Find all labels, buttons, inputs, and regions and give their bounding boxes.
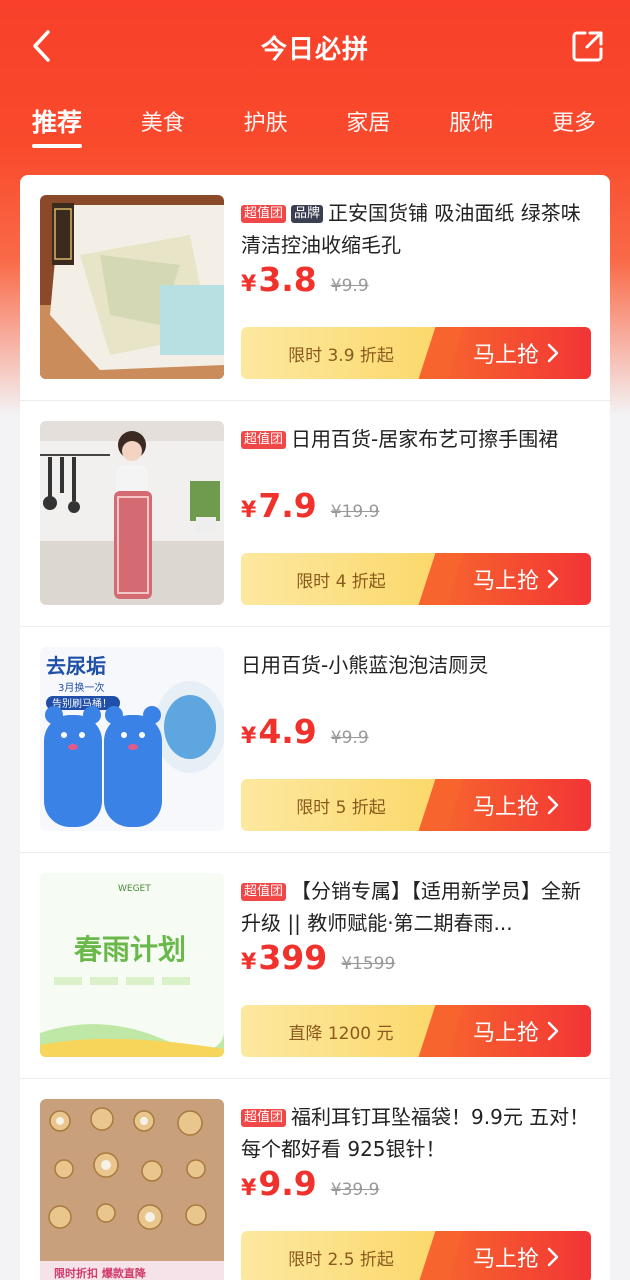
product-image: WEGET 春雨计划 bbox=[40, 873, 224, 1057]
back-button[interactable] bbox=[22, 26, 62, 66]
tag-value-group: 超值团 bbox=[241, 1109, 287, 1127]
buy-now-button[interactable]: 马上抢 bbox=[441, 779, 591, 831]
discount-label: 直降 1200 元 bbox=[241, 1005, 441, 1057]
category-tabs: 推荐 美食 护肤 家居 服饰 更多 bbox=[0, 96, 630, 152]
product-info: 超值团 福利耳钉耳坠福袋！9.9元 五对！ 每个都好看 925银针！ bbox=[241, 1101, 591, 1165]
currency-symbol: ¥ bbox=[241, 724, 257, 749]
price-row: ¥ 9.9 ¥39.9 bbox=[241, 1164, 379, 1214]
tag-value-group: 超值团 bbox=[241, 431, 287, 449]
chevron-right-icon bbox=[547, 795, 559, 815]
chevron-right-icon bbox=[547, 1021, 559, 1041]
product-title: 超值团 品牌 正安国货铺 吸油面纸 绿茶味 清洁控油收缩毛孔 bbox=[241, 197, 591, 261]
product-info: 超值团 【分销专属】【适用新学员】全新升级 || 教师赋能·第二期春雨... bbox=[241, 875, 591, 939]
price: 3.8 bbox=[258, 260, 317, 299]
original-price: ¥9.9 bbox=[330, 728, 369, 748]
original-price: ¥19.9 bbox=[330, 502, 380, 522]
price-row: ¥ 4.9 ¥9.9 bbox=[241, 712, 369, 762]
original-price: ¥9.9 bbox=[330, 276, 369, 296]
price: 399 bbox=[258, 938, 328, 977]
price-row: ¥ 7.9 ¥19.9 bbox=[241, 486, 379, 536]
buy-bar[interactable]: 限时 4 折起 马上抢 bbox=[241, 553, 591, 605]
thumb-banner: 告别刷马桶！ bbox=[52, 697, 112, 710]
price: 7.9 bbox=[258, 486, 317, 525]
product-title: 日用百货-小熊蓝泡泡洁厕灵 bbox=[241, 653, 489, 677]
buy-label: 马上抢 bbox=[472, 343, 539, 368]
product-title: 超值团 日用百货-居家布艺可擦手围裙 bbox=[241, 423, 591, 487]
chevron-right-icon bbox=[547, 569, 559, 589]
chevron-right-icon bbox=[547, 343, 559, 363]
product-image bbox=[40, 421, 224, 605]
tab-apparel[interactable]: 服饰 bbox=[449, 96, 493, 146]
list-item[interactable]: 限时折扣 爆款直降 超值团 福利耳钉耳坠福袋！9.9元 五对！ 每个都好看 925… bbox=[20, 1079, 610, 1280]
list-item[interactable]: 超值团 日用百货-居家布艺可擦手围裙 ¥ 7.9 ¥19.9 限时 4 折起 马上… bbox=[20, 401, 610, 627]
list-item[interactable]: WEGET 春雨计划 超值团 【分销专属】【适用新学员】全新升级 || 教师赋能·… bbox=[20, 853, 610, 1079]
chevron-right-icon bbox=[547, 1247, 559, 1267]
share-button[interactable] bbox=[568, 26, 608, 66]
product-list: 超值团 品牌 正安国货铺 吸油面纸 绿茶味 清洁控油收缩毛孔 ¥ 3.8 ¥9.9 … bbox=[20, 175, 610, 1280]
currency-symbol: ¥ bbox=[241, 272, 257, 297]
buy-now-button[interactable]: 马上抢 bbox=[441, 1005, 591, 1057]
product-title-text: 日用百货-居家布艺可擦手围裙 bbox=[291, 427, 559, 451]
product-info: 超值团 日用百货-居家布艺可擦手围裙 bbox=[241, 423, 591, 487]
tab-recommend[interactable]: 推荐 bbox=[32, 96, 83, 148]
product-title-text: 福利耳钉耳坠福袋！9.9元 五对！ 每个都好看 925银针！ bbox=[241, 1105, 590, 1161]
tag-value-group: 超值团 bbox=[241, 883, 287, 901]
tab-home[interactable]: 家居 bbox=[346, 96, 390, 146]
currency-symbol: ¥ bbox=[241, 498, 257, 523]
thumb-headline: 去尿垢 bbox=[46, 654, 106, 678]
buy-bar[interactable]: 限时 2.5 折起 马上抢 bbox=[241, 1231, 591, 1280]
list-item[interactable]: 超值团 品牌 正安国货铺 吸油面纸 绿茶味 清洁控油收缩毛孔 ¥ 3.8 ¥9.9 … bbox=[20, 175, 610, 401]
thumb-headline: 春雨计划 bbox=[74, 933, 186, 966]
original-price: ¥39.9 bbox=[330, 1180, 380, 1200]
discount-label: 限时 5 折起 bbox=[241, 779, 441, 831]
product-image bbox=[40, 195, 224, 379]
buy-label: 马上抢 bbox=[472, 795, 539, 820]
buy-now-button[interactable]: 马上抢 bbox=[441, 1231, 591, 1280]
chevron-left-icon bbox=[33, 30, 50, 62]
thumb-sub: 3月换一次 bbox=[58, 681, 104, 694]
discount-label: 限时 2.5 折起 bbox=[241, 1231, 441, 1280]
tag-value-group: 超值团 bbox=[241, 205, 287, 223]
thumb-banner: 限时折扣 爆款直降 bbox=[54, 1266, 147, 1280]
buy-now-button[interactable]: 马上抢 bbox=[441, 327, 591, 379]
page-title: 今日必拼 bbox=[260, 34, 369, 65]
top-bar: 今日必拼 bbox=[0, 0, 630, 94]
buy-label: 马上抢 bbox=[472, 569, 539, 594]
product-info: 超值团 品牌 正安国货铺 吸油面纸 绿茶味 清洁控油收缩毛孔 bbox=[241, 197, 591, 261]
tag-brand: 品牌 bbox=[291, 205, 324, 223]
original-price: ¥1599 bbox=[341, 954, 396, 974]
currency-symbol: ¥ bbox=[241, 1176, 257, 1201]
product-info: 日用百货-小熊蓝泡泡洁厕灵 bbox=[241, 649, 591, 713]
discount-label: 限时 3.9 折起 bbox=[241, 327, 441, 379]
buy-label: 马上抢 bbox=[472, 1021, 539, 1046]
product-title: 超值团 福利耳钉耳坠福袋！9.9元 五对！ 每个都好看 925银针！ bbox=[241, 1101, 591, 1165]
discount-label: 限时 4 折起 bbox=[241, 553, 441, 605]
product-image: 限时折扣 爆款直降 bbox=[40, 1099, 224, 1280]
tab-more[interactable]: 更多 bbox=[552, 96, 596, 146]
buy-bar[interactable]: 限时 3.9 折起 马上抢 bbox=[241, 327, 591, 379]
buy-bar[interactable]: 限时 5 折起 马上抢 bbox=[241, 779, 591, 831]
tab-skincare[interactable]: 护肤 bbox=[244, 96, 288, 146]
buy-bar[interactable]: 直降 1200 元 马上抢 bbox=[241, 1005, 591, 1057]
thumb-brand: WEGET bbox=[118, 884, 151, 894]
list-item[interactable]: 去尿垢 3月换一次 告别刷马桶！ 日用百货-小熊蓝泡泡洁厕灵 ¥ 4.9 ¥9.… bbox=[20, 627, 610, 853]
share-out-icon bbox=[572, 31, 603, 62]
tab-food[interactable]: 美食 bbox=[141, 96, 185, 146]
product-title-text: 【分销专属】【适用新学员】全新升级 || 教师赋能·第二期春雨... bbox=[241, 879, 582, 935]
price: 4.9 bbox=[258, 712, 317, 751]
currency-symbol: ¥ bbox=[241, 950, 257, 975]
product-image: 去尿垢 3月换一次 告别刷马桶！ bbox=[40, 647, 224, 831]
buy-now-button[interactable]: 马上抢 bbox=[441, 553, 591, 605]
price: 9.9 bbox=[258, 1164, 317, 1203]
price-row: ¥ 399 ¥1599 bbox=[241, 938, 395, 988]
buy-label: 马上抢 bbox=[472, 1247, 539, 1272]
product-title: 超值团 【分销专属】【适用新学员】全新升级 || 教师赋能·第二期春雨... bbox=[241, 875, 591, 939]
price-row: ¥ 3.8 ¥9.9 bbox=[241, 260, 369, 310]
